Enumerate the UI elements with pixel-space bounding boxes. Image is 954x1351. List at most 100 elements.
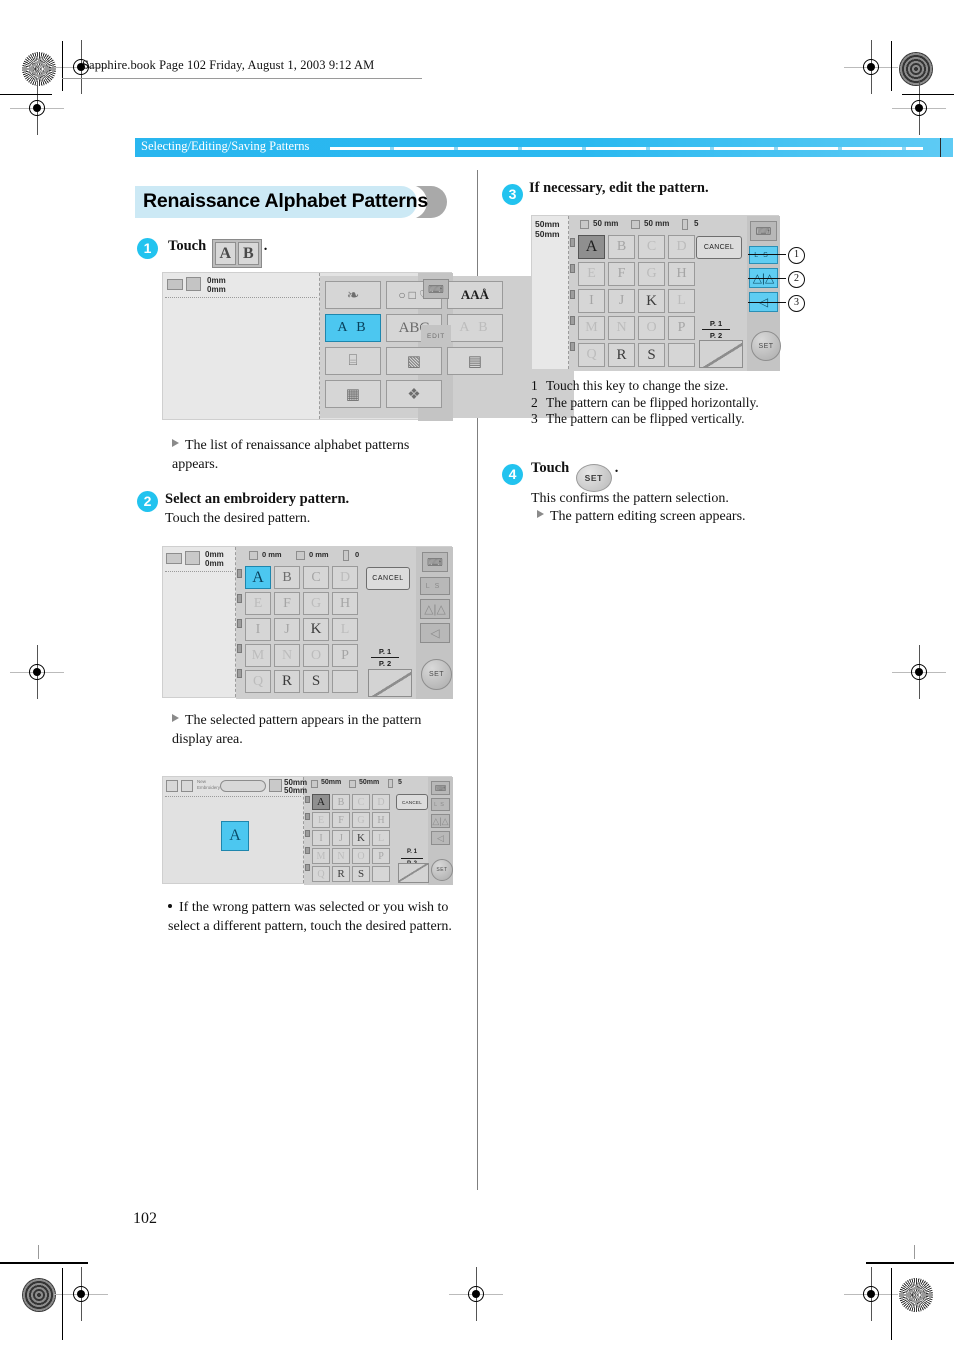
tile-card-patterns[interactable]: ▧ xyxy=(386,347,442,375)
pattern-cell-b[interactable]: B xyxy=(608,235,635,259)
scroll-tab[interactable] xyxy=(305,796,310,803)
scroll-tab[interactable] xyxy=(237,644,242,653)
pattern-cell-j[interactable]: J xyxy=(332,830,350,846)
help-button[interactable]: ⌨ xyxy=(422,552,448,572)
page-nav-buttons[interactable] xyxy=(398,863,429,883)
pattern-cell-p[interactable]: P xyxy=(332,644,358,667)
pattern-cell-d[interactable]: D xyxy=(668,235,695,259)
pattern-grid[interactable]: A B C D E F G H I J K L M N O P Q R S xyxy=(578,235,695,367)
flip-horizontal-button[interactable]: △|△ xyxy=(431,814,450,828)
cancel-button[interactable]: CANCEL xyxy=(696,236,742,259)
pattern-cell-s[interactable]: S xyxy=(303,670,329,693)
pattern-cell-s[interactable]: S xyxy=(638,343,665,367)
scroll-tab[interactable] xyxy=(305,864,310,871)
pattern-cell-e[interactable]: E xyxy=(312,812,330,828)
scroll-tab[interactable] xyxy=(305,830,310,837)
scroll-tab[interactable] xyxy=(305,813,310,820)
pattern-cell-l[interactable]: L xyxy=(372,830,390,846)
tile-memory-save[interactable]: ▤ xyxy=(447,347,503,375)
pattern-cell-l[interactable]: L xyxy=(332,618,358,641)
pattern-grid[interactable]: A B C D E F G H I J K L M N O P Q R S xyxy=(312,794,390,882)
set-button[interactable]: SET xyxy=(421,659,452,690)
pattern-cell-g[interactable]: G xyxy=(638,262,665,286)
pattern-cell-p[interactable]: P xyxy=(372,848,390,864)
pattern-cell-e[interactable]: E xyxy=(578,262,605,286)
pattern-cell-f[interactable]: F xyxy=(274,592,300,615)
scroll-tab[interactable] xyxy=(305,847,310,854)
scroll-tab[interactable] xyxy=(237,669,242,678)
category-tile-grid[interactable]: ❧ ○ □ ♡ AAÅ A B ABC A B ⌸ ▧ ▤ ▦ ❖ xyxy=(325,281,503,408)
pattern-cell-n[interactable]: N xyxy=(332,848,350,864)
pattern-cell-a[interactable]: A xyxy=(312,794,330,810)
pattern-cell-i[interactable]: I xyxy=(245,618,271,641)
pattern-cell-blank[interactable] xyxy=(668,343,695,367)
pattern-cell-q[interactable]: Q xyxy=(578,343,605,367)
cancel-button[interactable]: CANCEL xyxy=(396,794,428,810)
pattern-grid[interactable]: A B C D E F G H I J K L M N O P Q R S xyxy=(245,566,358,693)
pattern-cell-c[interactable]: C xyxy=(352,794,370,810)
pattern-cell-g[interactable]: G xyxy=(303,592,329,615)
pattern-cell-f[interactable]: F xyxy=(608,262,635,286)
pattern-cell-c[interactable]: C xyxy=(303,566,329,589)
flip-vertical-button[interactable]: ◁ xyxy=(431,831,450,845)
pattern-cell-h[interactable]: H xyxy=(372,812,390,828)
pattern-cell-i[interactable]: I xyxy=(312,830,330,846)
pattern-cell-g[interactable]: G xyxy=(352,812,370,828)
help-button[interactable]: ⌨ xyxy=(423,279,449,299)
hoop-selector-icon[interactable] xyxy=(220,780,266,792)
pattern-cell-l[interactable]: L xyxy=(668,289,695,313)
scroll-tab[interactable] xyxy=(570,342,575,351)
pattern-cell-r[interactable]: R xyxy=(274,670,300,693)
pattern-cell-r[interactable]: R xyxy=(332,866,350,882)
tile-designs-book[interactable]: ❖ xyxy=(386,380,442,408)
pattern-cell-d[interactable]: D xyxy=(332,566,358,589)
tile-usb-computer[interactable]: ▦ xyxy=(325,380,381,408)
pattern-cell-d[interactable]: D xyxy=(372,794,390,810)
pattern-cell-r[interactable]: R xyxy=(608,343,635,367)
scroll-tab[interactable] xyxy=(237,569,242,578)
pattern-cell-f[interactable]: F xyxy=(332,812,350,828)
pattern-cell-c[interactable]: C xyxy=(638,235,665,259)
scroll-tab[interactable] xyxy=(570,264,575,273)
set-button[interactable]: SET xyxy=(431,859,453,881)
pattern-cell-s[interactable]: S xyxy=(352,866,370,882)
scroll-tab[interactable] xyxy=(570,316,575,325)
set-button[interactable]: SET xyxy=(751,331,781,361)
new-embroidery-icon[interactable] xyxy=(181,780,193,792)
pattern-cell-a[interactable]: A xyxy=(245,566,271,589)
pattern-cell-k[interactable]: K xyxy=(638,289,665,313)
tile-quilting-sewing[interactable]: ⌸ xyxy=(325,347,381,375)
flip-horizontal-button[interactable]: △|△ xyxy=(420,599,450,619)
pattern-cell-p[interactable]: P xyxy=(668,316,695,340)
pattern-cell-h[interactable]: H xyxy=(332,592,358,615)
pattern-cell-a[interactable]: A xyxy=(578,235,605,259)
help-button[interactable]: ⌨ xyxy=(750,221,777,241)
pattern-cell-m[interactable]: M xyxy=(245,644,271,667)
size-toggle-button[interactable]: LS xyxy=(420,577,450,595)
pattern-cell-k[interactable]: K xyxy=(352,830,370,846)
menu-list-icon[interactable] xyxy=(166,780,178,792)
edit-button[interactable]: EDIT xyxy=(421,325,451,347)
scroll-tab[interactable] xyxy=(570,290,575,299)
tile-animals-florals[interactable]: ❧ xyxy=(325,281,381,309)
pattern-cell-k[interactable]: K xyxy=(303,618,329,641)
size-toggle-button[interactable]: LS xyxy=(431,798,450,811)
flip-vertical-button[interactable]: ◁ xyxy=(420,623,450,643)
pattern-cell-o[interactable]: O xyxy=(638,316,665,340)
tile-lettering-fonts[interactable]: AAÅ xyxy=(447,281,503,309)
pattern-cell-j[interactable]: J xyxy=(608,289,635,313)
pattern-cell-h[interactable]: H xyxy=(668,262,695,286)
scroll-tab[interactable] xyxy=(570,238,575,247)
pattern-cell-n[interactable]: N xyxy=(608,316,635,340)
pattern-cell-b[interactable]: B xyxy=(274,566,300,589)
pattern-cell-n[interactable]: N xyxy=(274,644,300,667)
cancel-button[interactable]: CANCEL xyxy=(366,567,410,590)
pattern-cell-blank[interactable] xyxy=(332,670,358,693)
scroll-tab[interactable] xyxy=(237,594,242,603)
page-nav-buttons[interactable] xyxy=(699,340,743,368)
size-toggle-button[interactable]: LS xyxy=(749,246,778,264)
scroll-tab[interactable] xyxy=(237,619,242,628)
help-button[interactable]: ⌨ xyxy=(431,781,450,795)
tile-outline-alphabet[interactable]: A B xyxy=(447,314,503,342)
pattern-cell-q[interactable]: Q xyxy=(245,670,271,693)
